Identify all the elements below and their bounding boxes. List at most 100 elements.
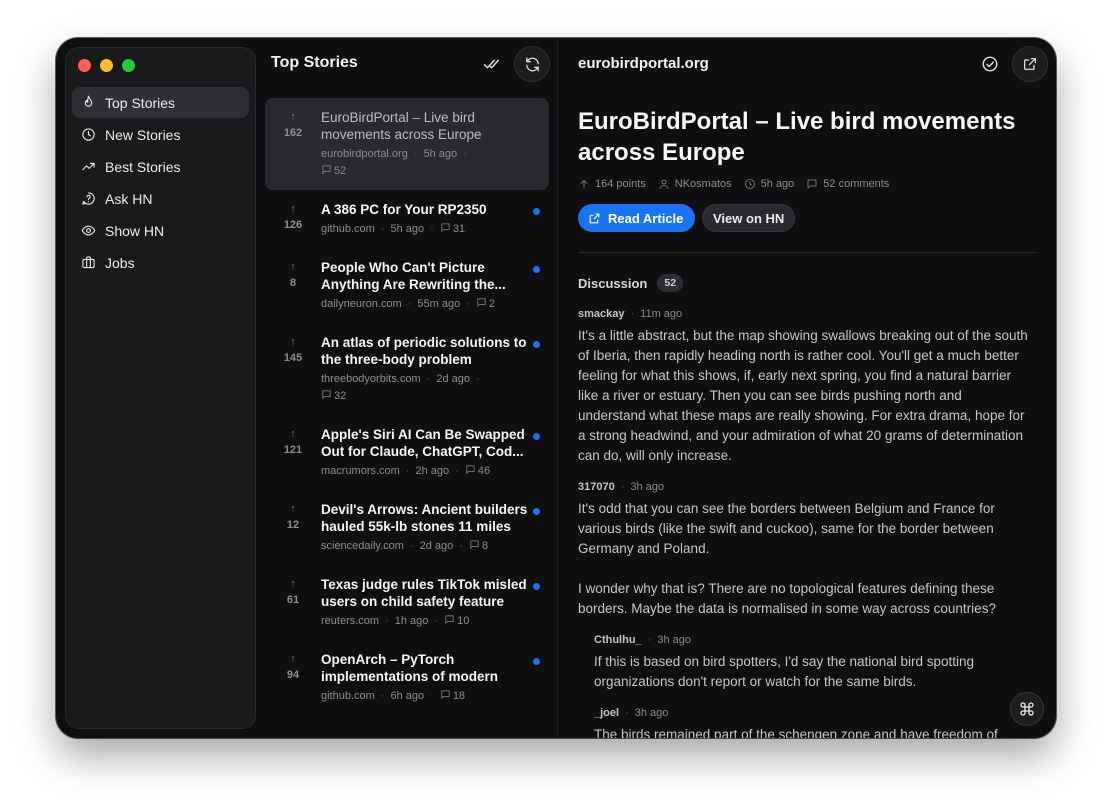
read-article-label: Read Article (608, 210, 684, 226)
discussion-count-badge: 52 (657, 274, 684, 292)
story-detail: eurobirdportal.org EuroBirdPortal – Live… (558, 38, 1056, 738)
double-check-icon (483, 59, 500, 69)
comment-author[interactable]: 317070 (578, 481, 615, 493)
story-title: A 386 PC for Your RP2350 (321, 202, 487, 217)
sidebar-item-label: Best Stories (105, 158, 181, 175)
read-article-button[interactable]: Read Article (578, 204, 696, 232)
story-title: People Who Can't Picture Anything Are Re… (321, 260, 506, 292)
story-item[interactable]: ↑ 126 A 386 PC for Your RP2350 github.com… (265, 190, 549, 248)
comments-stat: 52 comments (806, 178, 889, 190)
story-time: 55m ago (417, 298, 461, 310)
story-item[interactable]: ↑ 121 Apple's Siri AI Can Be Swapped Out … (265, 415, 549, 490)
story-list: ↑ 162 EuroBirdPortal – Live bird movement… (265, 98, 549, 738)
sidebar: Top Stories New Stories Best Stories Ask… (65, 47, 256, 729)
briefcase-icon (82, 256, 95, 269)
sidebar-item-best-stories[interactable]: Best Stories (72, 151, 249, 182)
story-meta: github.com · 5h ago · 31 (321, 223, 466, 235)
sidebar-item-show-hn[interactable]: Show HN (72, 215, 249, 246)
check-circle-icon (982, 56, 998, 72)
unread-dot (533, 341, 540, 348)
minimize-window-button[interactable] (100, 59, 113, 72)
story-points: 61 (286, 594, 300, 606)
story-domain: sciencedaily.com (321, 540, 404, 552)
story-item[interactable]: ↑ 12 Devil's Arrows: Ancient builders hau… (265, 490, 549, 565)
story-comments: 52 (334, 165, 347, 177)
comment-paragraph: If this is based on bird spotters, I'd s… (594, 654, 975, 689)
comment-paragraph: I wonder why that is? There are no topol… (578, 581, 996, 616)
refresh-icon (525, 56, 539, 72)
story-comments: 18 (452, 690, 466, 702)
story-meta: sciencedaily.com · 2d ago · 8 (321, 540, 489, 552)
comment-time: 3h ago (634, 707, 669, 719)
sidebar-item-ask-hn[interactable]: Ask HN (72, 183, 249, 214)
unread-dot (533, 658, 540, 665)
comment-icon (470, 540, 479, 550)
story-points: 145 (283, 352, 303, 364)
story-comments: 10 (457, 615, 470, 627)
story-comments: 32 (334, 390, 347, 402)
story-domain: threebodyorbits.com (321, 373, 421, 385)
upvote-arrow-icon: ↑ (290, 653, 296, 665)
comment-thread: smackay · 11m ago It's a little abstract, … (578, 306, 1028, 738)
sidebar-item-jobs[interactable]: Jobs (72, 247, 249, 278)
story-title: Apple's Siri AI Can Be Swapped Out for C… (321, 427, 525, 459)
vote-indicator: ↑ 61 (279, 578, 307, 607)
story-comments: 8 (481, 540, 489, 552)
story-item[interactable]: ↑ 8 People Who Can't Picture Anything Are… (265, 248, 549, 323)
command-button[interactable] (1010, 692, 1044, 726)
sidebar-item-top-stories[interactable]: Top Stories (72, 87, 249, 118)
comment-icon (445, 615, 454, 625)
sidebar-item-new-stories[interactable]: New Stories (72, 119, 249, 150)
story-domain: github.com (321, 223, 375, 235)
app-window: Top Stories New Stories Best Stories Ask… (56, 38, 1056, 738)
section-divider (578, 252, 1036, 253)
comment-meta: Cthulhu_ · 3h ago (594, 634, 691, 646)
comment-body: The birds remained part of the schengen … (594, 725, 1028, 738)
story-time: 5h ago (423, 148, 458, 160)
story-title: OpenArch – PyTorch implementations of mo… (321, 652, 499, 684)
question-icon (82, 192, 95, 205)
zoom-window-button[interactable] (122, 59, 135, 72)
comment: smackay · 11m ago It's a little abstract, … (578, 306, 1028, 466)
refresh-button[interactable] (514, 46, 550, 82)
upvote-arrow-icon: ↑ (290, 336, 296, 348)
close-window-button[interactable] (78, 59, 91, 72)
sidebar-item-label: Show HN (105, 222, 165, 239)
trending-up-icon (82, 162, 95, 171)
comment-icon (807, 179, 817, 189)
vote-indicator: ↑ 94 (279, 653, 307, 682)
points-value: 164 points (595, 178, 646, 190)
comment-time: 3h ago (630, 481, 665, 493)
story-points: 94 (286, 669, 300, 681)
mark-all-read-button[interactable] (482, 54, 502, 74)
time-stat: 5h ago (744, 178, 794, 190)
story-item[interactable]: ↑ 162 EuroBirdPortal – Live bird movement… (265, 98, 549, 190)
story-time: 1h ago (394, 615, 429, 627)
story-meta: dailyneuron.com · 55m ago · 2 (321, 298, 495, 310)
story-item[interactable]: ↑ 145 An atlas of periodic solutions to t… (265, 323, 549, 415)
story-domain: github.com (321, 690, 375, 702)
eye-icon (81, 225, 96, 236)
comment-reply: _joel · 3h ago The birds remained part of … (594, 705, 1028, 738)
comment-icon (441, 223, 450, 233)
comment: 317070 · 3h ago It's odd that you can see … (578, 479, 1028, 619)
view-on-hn-button[interactable]: View on HN (702, 204, 796, 232)
comment-paragraph: It's a little abstract, but the map show… (578, 328, 1028, 463)
story-domain: reuters.com (321, 615, 380, 627)
author-stat[interactable]: NKosmatos (658, 178, 732, 190)
comment-author[interactable]: smackay (578, 308, 625, 320)
comment-author[interactable]: _joel (594, 707, 619, 719)
comment-time: 11m ago (640, 308, 683, 320)
story-item[interactable]: ↑ 61 Texas judge rules TikTok misled user… (265, 565, 549, 640)
story-item[interactable]: ↑ 94 OpenArch – PyTorch implementations o… (265, 640, 549, 715)
mark-read-button[interactable] (980, 54, 1000, 74)
article-title: EuroBirdPortal – Live bird movements acr… (578, 108, 1016, 166)
story-meta: threebodyorbits.com · 2d ago · 32 (321, 373, 480, 402)
comment-meta: _joel · 3h ago (594, 707, 669, 719)
comment-paragraph: The birds remained part of the schengen … (594, 727, 998, 738)
comment-meta: smackay · 11m ago (578, 308, 683, 320)
upvote-arrow-icon: ↑ (290, 578, 296, 590)
open-external-button[interactable] (1012, 46, 1048, 82)
story-points: 8 (289, 277, 297, 289)
comment-author[interactable]: Cthulhu_ (594, 634, 642, 646)
